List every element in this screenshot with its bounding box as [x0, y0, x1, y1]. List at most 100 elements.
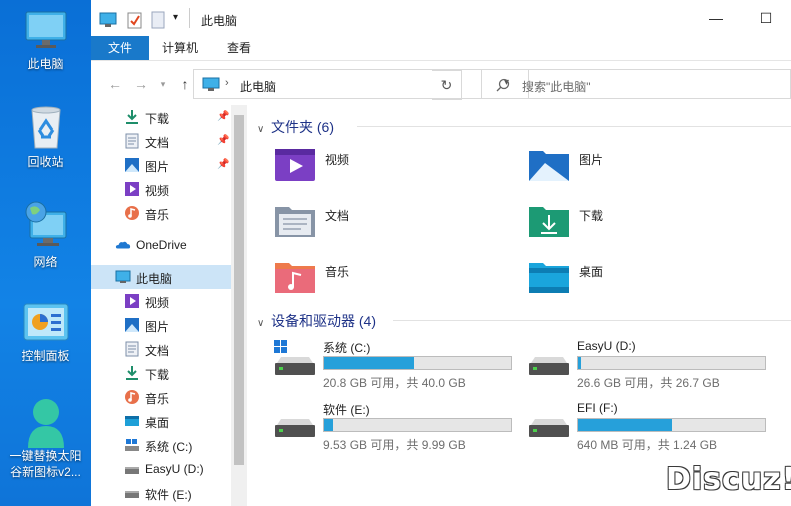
folder-label: 视频	[325, 153, 350, 167]
nav-item-label: 图片	[145, 160, 170, 174]
nav-item-label: OneDrive	[136, 238, 187, 252]
navigation-scrollbar[interactable]	[231, 105, 247, 506]
nav-item-pc-desktop[interactable]: 桌面	[91, 409, 231, 433]
drive-space-text: 26.6 GB 可用，共 26.7 GB	[577, 376, 720, 390]
watermark: Discuz!	[666, 462, 791, 497]
up-arrow-icon[interactable]: ↑	[175, 74, 195, 94]
folder-pictures[interactable]: 图片	[527, 145, 767, 189]
drive-label: EasyU (D:)	[577, 339, 636, 353]
drive-label: EFI (F:)	[577, 401, 618, 415]
folder-label: 桌面	[579, 265, 604, 279]
address-bar[interactable]: › 此电脑 ▾	[193, 69, 529, 99]
nav-item-label: 音乐	[145, 392, 170, 406]
chevron-down-icon: ∨	[257, 318, 265, 329]
pin-icon[interactable]: 📌	[217, 135, 229, 146]
desktop-network[interactable]: 网络	[0, 200, 91, 270]
drive-e[interactable]: 软件 (E:) 9.53 GB 可用，共 9.99 GB	[273, 401, 523, 453]
new-folder-icon[interactable]	[151, 11, 165, 29]
folder-label: 文档	[325, 209, 350, 223]
nav-item-videos[interactable]: 视频	[91, 177, 231, 201]
recent-dropdown-icon[interactable]: ▾	[153, 74, 173, 94]
nav-item-label: 此电脑	[136, 272, 173, 286]
properties-icon[interactable]	[127, 11, 143, 29]
drive-label: 软件 (E:)	[323, 403, 370, 417]
folders-group-header[interactable]: ∨ 文件夹 (6)	[257, 117, 334, 137]
drive-usage-bar	[323, 356, 512, 370]
nav-item-drive-e[interactable]: 软件 (E:)	[91, 481, 231, 505]
back-arrow-icon[interactable]: ←	[105, 74, 125, 94]
windows-drive-icon	[274, 340, 315, 375]
drive-usage-fill	[324, 419, 333, 431]
this-pc-icon	[25, 11, 66, 48]
drive-usage-fill	[324, 357, 414, 369]
nav-item-label: 软件 (E:)	[145, 488, 192, 502]
drive-d[interactable]: EasyU (D:) 26.6 GB 可用，共 26.7 GB	[527, 339, 777, 391]
nav-item-pictures[interactable]: 图片 📌	[91, 153, 231, 177]
nav-item-music[interactable]: 音乐	[91, 201, 231, 225]
folder-documents[interactable]: 文档	[273, 201, 513, 245]
drive-space-text: 640 MB 可用，共 1.24 GB	[577, 438, 718, 452]
this-pc-icon	[202, 77, 220, 91]
refresh-icon[interactable]: ↻	[432, 70, 462, 100]
video-icon	[125, 182, 139, 196]
nav-item-pc-videos[interactable]: 视频	[91, 289, 231, 313]
address-path: 此电脑	[240, 80, 277, 94]
folder-videos[interactable]: 视频	[273, 145, 513, 189]
onedrive-cloud-icon	[115, 241, 131, 249]
nav-item-label: 音乐	[145, 208, 170, 222]
drive-space-text: 9.53 GB 可用，共 9.99 GB	[323, 438, 466, 452]
desktop-icon-label-line1: 一键替换太阳	[9, 449, 82, 463]
group-divider	[357, 126, 791, 127]
tab-file[interactable]: 文件	[91, 36, 149, 60]
drive-icon	[275, 419, 315, 437]
nav-item-pc-pictures[interactable]: 图片	[91, 313, 231, 337]
desktop-recycle-bin[interactable]: 回收站	[0, 104, 91, 170]
group-divider	[393, 320, 791, 321]
pin-icon[interactable]: 📌	[217, 159, 229, 170]
nav-item-pc-documents[interactable]: 文档	[91, 337, 231, 361]
folder-desktop[interactable]: 桌面	[527, 257, 767, 301]
nav-item-downloads[interactable]: 下载 📌	[91, 105, 231, 129]
folder-music[interactable]: 音乐	[273, 257, 513, 301]
pictures-folder-icon	[529, 151, 569, 181]
desktop: 此电脑 回收站 网络 控制面板 一键替换太阳 谷新图标v2...	[0, 0, 91, 506]
pictures-icon	[125, 318, 139, 332]
drive-c[interactable]: 系统 (C:) 20.8 GB 可用，共 40.0 GB	[273, 339, 523, 391]
window-title: 此电脑	[201, 14, 238, 28]
documents-folder-icon	[275, 207, 315, 237]
pin-icon[interactable]: 📌	[217, 111, 229, 122]
minimize-icon[interactable]: —	[704, 6, 728, 30]
folder-label: 音乐	[325, 265, 350, 279]
download-icon	[126, 110, 138, 124]
drives-group-header[interactable]: ∨ 设备和驱动器 (4)	[257, 311, 376, 331]
tab-computer[interactable]: 计算机	[153, 36, 207, 60]
nav-item-label: 文档	[145, 344, 170, 358]
breadcrumb-chevron-icon[interactable]: ›	[225, 77, 229, 89]
nav-item-pc-music[interactable]: 音乐	[91, 385, 231, 409]
drive-usage-bar	[577, 356, 766, 370]
desktop-icon-label-line2: 谷新图标v2...	[10, 465, 81, 479]
nav-item-drive-c[interactable]: 系统 (C:)	[91, 433, 231, 457]
desktop-control-panel[interactable]: 控制面板	[0, 302, 91, 364]
drive-usage-bar	[323, 418, 512, 432]
nav-item-drive-d[interactable]: EasyU (D:)	[91, 457, 231, 481]
ribbon-tabs: 文件 计算机 查看	[91, 36, 791, 61]
explorer-window: ▾ 此电脑 — ☐ 文件 计算机 查看 ← → ▾ ↑ › 此电脑 ▾ ↻ 搜索…	[91, 0, 791, 506]
nav-item-pc-downloads[interactable]: 下载	[91, 361, 231, 385]
maximize-icon[interactable]: ☐	[754, 6, 778, 30]
forward-arrow-icon[interactable]: →	[131, 74, 151, 94]
drive-f[interactable]: EFI (F:) 640 MB 可用，共 1.24 GB	[527, 401, 777, 453]
folder-downloads[interactable]: 下载	[527, 201, 767, 245]
nav-item-this-pc[interactable]: 此电脑	[91, 265, 231, 289]
music-folder-icon	[275, 263, 315, 293]
folder-label: 图片	[579, 153, 604, 167]
desktop-shortcut[interactable]: 一键替换太阳 谷新图标v2...	[0, 396, 91, 480]
quick-access-toolbar-dropdown-icon[interactable]: ▾	[173, 12, 178, 23]
navigation-pane: 下载 📌 文档 📌 图片 📌 视频 音乐 OneDrive 此电脑 视频 图片 …	[91, 105, 231, 506]
desktop-this-pc[interactable]: 此电脑	[0, 8, 91, 72]
search-box[interactable]: 搜索"此电脑"	[481, 69, 791, 99]
tab-view[interactable]: 查看	[215, 36, 263, 60]
nav-item-onedrive[interactable]: OneDrive	[91, 233, 231, 257]
scrollbar-thumb[interactable]	[234, 115, 244, 465]
nav-item-documents[interactable]: 文档 📌	[91, 129, 231, 153]
